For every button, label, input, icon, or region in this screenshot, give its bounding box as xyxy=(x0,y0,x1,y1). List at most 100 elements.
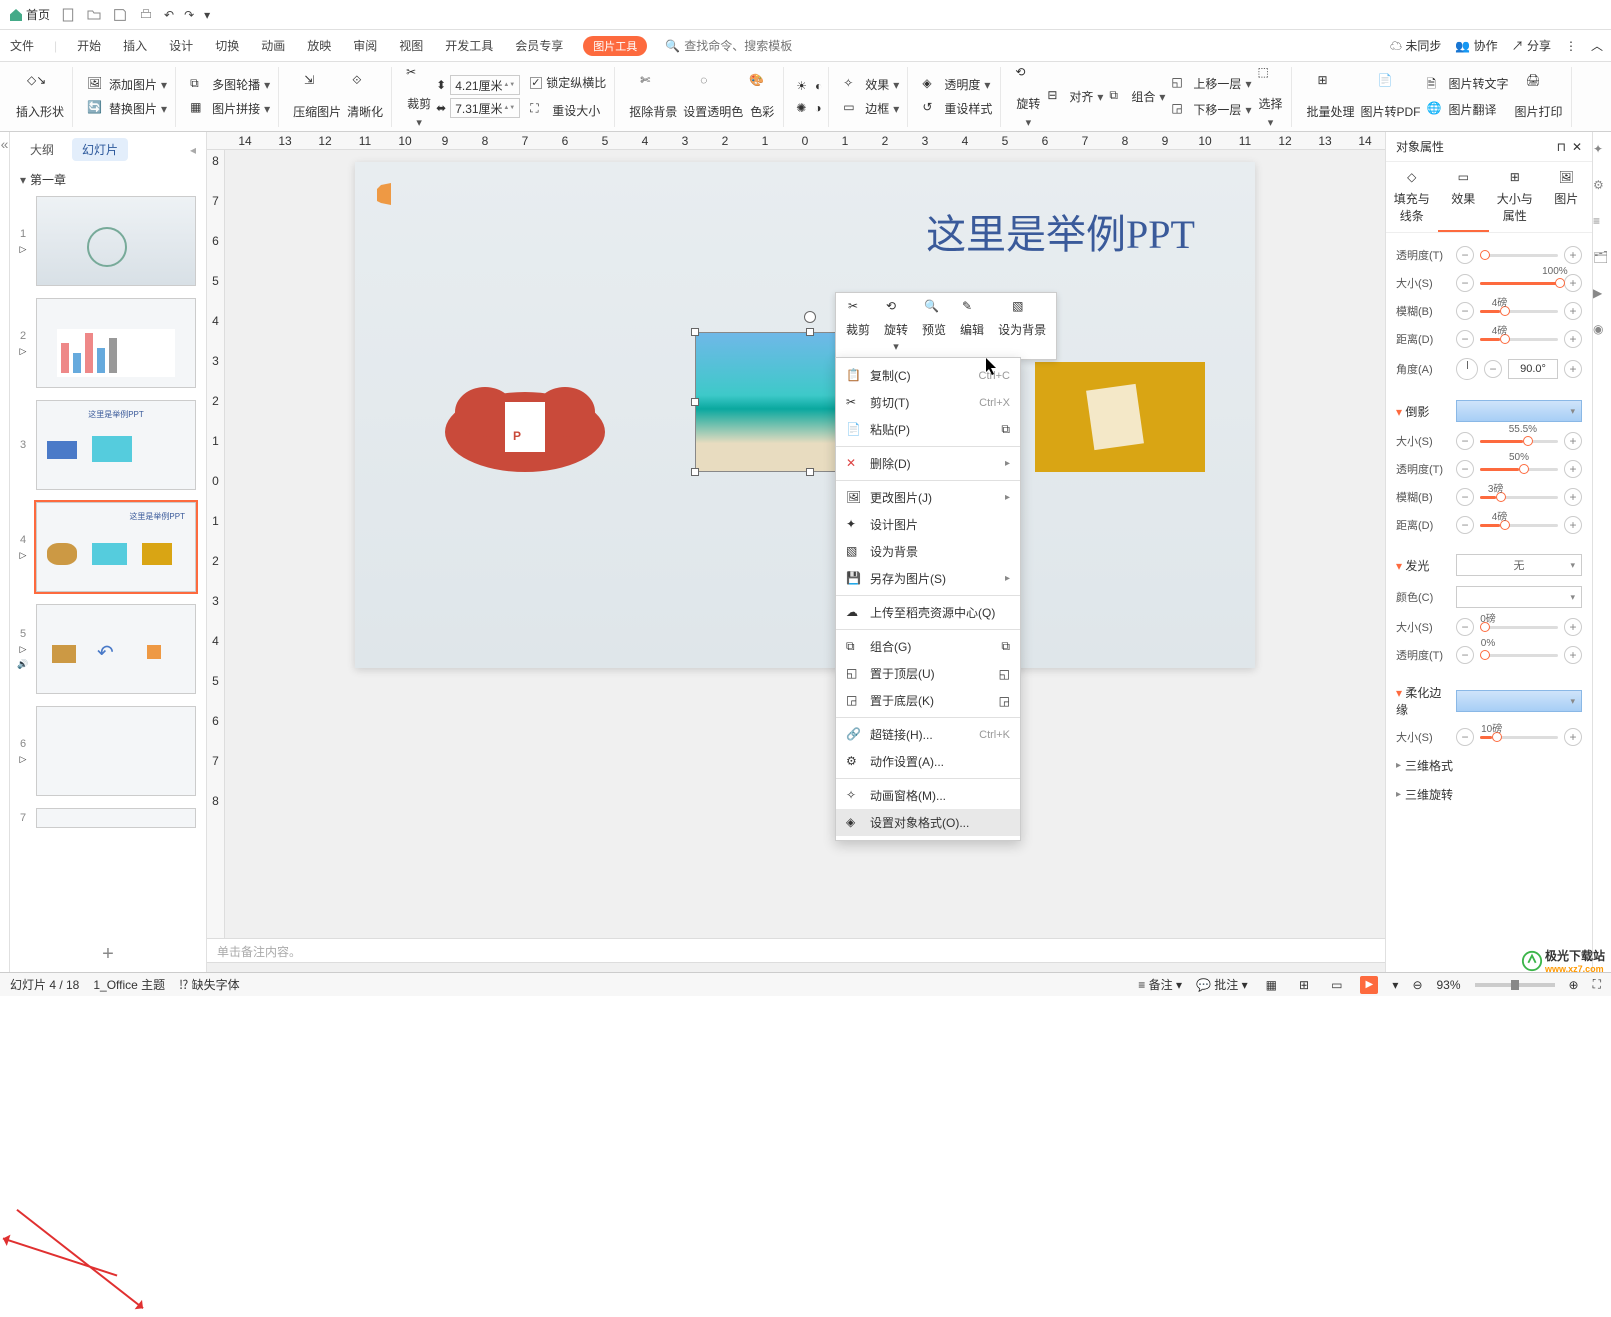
ctx-cut[interactable]: ✂剪切(T)Ctrl+X xyxy=(836,389,1020,416)
thumb-4[interactable]: 这里是举例PPT xyxy=(36,502,196,592)
multi-carousel-button[interactable]: ⧉多图轮播 ▾ xyxy=(188,74,272,96)
bring-forward-button[interactable]: ◱上移一层 ▾ xyxy=(1169,73,1253,95)
set-transparent-button[interactable]: ◌设置透明色 xyxy=(681,71,745,122)
slider-glow-size[interactable]: 0磅 xyxy=(1480,626,1558,629)
ctx-hyperlink[interactable]: 🔗超链接(H)...Ctrl+K xyxy=(836,721,1020,748)
thumb-5[interactable]: ↶ xyxy=(36,604,196,694)
height-input[interactable]: 4.21厘米▲▼ xyxy=(450,75,520,95)
collapse-ribbon[interactable]: ︿ xyxy=(1591,37,1603,54)
remove-bg-button[interactable]: ✄抠除背景 xyxy=(627,71,679,122)
color-button[interactable]: 🎨色彩 xyxy=(747,71,777,122)
menu-transition[interactable]: 切换 xyxy=(213,33,241,58)
tab-slides[interactable]: 幻灯片 xyxy=(72,138,128,161)
tab-picture[interactable]: 🖼图片 xyxy=(1541,162,1593,232)
mini-rotate[interactable]: ⟲旋转▾ xyxy=(878,297,914,355)
contrast-down-icon[interactable]: ◑ xyxy=(814,101,821,115)
missing-font[interactable]: ⁉ 缺失字体 xyxy=(179,976,239,993)
dock-collapse-icon[interactable]: « xyxy=(1,136,9,152)
new-doc-icon[interactable] xyxy=(60,7,76,23)
thumb-2[interactable] xyxy=(36,298,196,388)
slider-size[interactable]: 100% xyxy=(1480,282,1558,285)
panel-collapse-icon[interactable]: ◂ xyxy=(190,143,196,157)
slider-trans[interactable] xyxy=(1480,254,1558,257)
command-search[interactable]: 🔍 xyxy=(665,39,824,53)
menu-view[interactable]: 视图 xyxy=(397,33,425,58)
section-glow[interactable]: ▾ 发光 xyxy=(1396,557,1450,574)
inc-blur[interactable]: + xyxy=(1564,302,1582,320)
ctx-send-bottom[interactable]: ◲置于底层(K)◲ xyxy=(836,687,1020,714)
zoom-slider[interactable] xyxy=(1475,983,1555,987)
slider-dist[interactable]: 4磅 xyxy=(1480,338,1558,341)
dock-design-icon[interactable]: ✦ xyxy=(1593,142,1611,160)
dec-dist[interactable]: − xyxy=(1456,330,1474,348)
ctx-delete[interactable]: ✕删除(D)▸ xyxy=(836,450,1020,477)
menu-devtools[interactable]: 开发工具 xyxy=(443,33,495,58)
ctx-change-pic[interactable]: 🖼更改图片(J)▸ xyxy=(836,484,1020,511)
redo-icon[interactable]: ↷ xyxy=(184,8,194,22)
soft-edge-preset[interactable] xyxy=(1456,690,1582,712)
send-backward-button[interactable]: ◲下移一层 ▾ xyxy=(1169,99,1253,121)
thumb-6[interactable] xyxy=(36,706,196,796)
slide-canvas[interactable]: 这里是举例PPT P ✂裁剪 ⟲旋转▾ xyxy=(355,162,1255,668)
glow-preset[interactable]: 无 xyxy=(1456,554,1582,576)
thumb-3[interactable]: 这里是举例PPT xyxy=(36,400,196,490)
inc-dist[interactable]: + xyxy=(1564,330,1582,348)
section-reflection[interactable]: ▾ 倒影 xyxy=(1396,403,1450,420)
effects-button[interactable]: ✧效果 ▾ xyxy=(841,74,901,96)
slideshow-button[interactable]: ▶ xyxy=(1360,976,1378,994)
ctx-paste[interactable]: 📄粘贴(P)⧉ xyxy=(836,416,1020,443)
dock-help-icon[interactable]: ◉ xyxy=(1593,322,1611,340)
slider-blur[interactable]: 4磅 xyxy=(1480,310,1558,313)
menu-member[interactable]: 会员专享 xyxy=(513,33,565,58)
share-button[interactable]: ↗ 分享 xyxy=(1512,37,1551,54)
menu-review[interactable]: 审阅 xyxy=(351,33,379,58)
menu-start[interactable]: 开始 xyxy=(75,33,103,58)
resize-handle-l[interactable] xyxy=(691,398,699,406)
add-image-button[interactable]: 🖼添加图片 ▾ xyxy=(85,74,169,96)
reflection-preset[interactable] xyxy=(1456,400,1582,422)
reset-style-button[interactable]: ↺重设样式 xyxy=(920,98,994,120)
menu-file[interactable]: 文件 xyxy=(8,33,36,58)
dec-trans[interactable]: − xyxy=(1456,246,1474,264)
section-soft-edge[interactable]: ▾ 柔化边缘 xyxy=(1396,684,1450,718)
crop-button[interactable]: ✂裁剪▾ xyxy=(404,63,434,131)
sync-status[interactable]: ☁ 未同步 xyxy=(1390,37,1441,54)
insert-shape-button[interactable]: ◇↘插入形状 xyxy=(14,71,66,122)
contrast-icon[interactable]: ◐ xyxy=(815,79,822,93)
mini-preview[interactable]: 🔍预览 xyxy=(916,297,952,355)
inc-angle[interactable]: + xyxy=(1564,360,1582,378)
align-button[interactable]: ⊟对齐 ▾ xyxy=(1045,86,1105,108)
print-image-button[interactable]: 🖨图片打印 xyxy=(1513,71,1565,122)
view-normal-icon[interactable]: ▦ xyxy=(1262,976,1281,994)
slider-refl-blur[interactable]: 3磅 xyxy=(1480,496,1558,499)
thumb-1[interactable] xyxy=(36,196,196,286)
tab-effect[interactable]: ▭效果 xyxy=(1438,162,1490,232)
border-button[interactable]: ▭边框 ▾ xyxy=(841,98,901,120)
tab-outline[interactable]: 大纲 xyxy=(20,138,64,161)
comments-toggle[interactable]: 💬 批注 ▾ xyxy=(1196,976,1248,993)
view-reading-icon[interactable]: ▭ xyxy=(1327,976,1346,994)
ctx-bring-top[interactable]: ◱置于顶层(U)◱ xyxy=(836,660,1020,687)
slider-glow-trans[interactable]: 0% xyxy=(1480,654,1558,657)
section-3d-rotation[interactable]: 三维旋转 xyxy=(1396,780,1582,809)
ctx-anim-pane[interactable]: ✧动画窗格(M)... xyxy=(836,782,1020,809)
translate-button[interactable]: 🌐图片翻译 xyxy=(1425,99,1511,121)
menu-animation[interactable]: 动画 xyxy=(259,33,287,58)
angle-input[interactable]: 90.0° xyxy=(1508,359,1558,379)
transparency-button[interactable]: ◈透明度 ▾ xyxy=(920,74,994,96)
glow-color[interactable] xyxy=(1456,586,1582,608)
angle-dial[interactable] xyxy=(1456,358,1478,380)
view-sorter-icon[interactable]: ⊞ xyxy=(1295,976,1313,994)
notes-toggle[interactable]: ≡ 备注 ▾ xyxy=(1138,976,1182,993)
image-stitch-button[interactable]: ▦图片拼接 ▾ xyxy=(188,98,272,120)
search-input[interactable] xyxy=(684,39,824,53)
dock-settings-icon[interactable]: ⚙ xyxy=(1593,178,1611,196)
resize-handle-bl[interactable] xyxy=(691,468,699,476)
to-pdf-button[interactable]: 📄图片转PDF xyxy=(1358,71,1422,122)
dock-material-icon[interactable]: 🗂 xyxy=(1593,250,1611,268)
dock-animation-icon[interactable]: ▶ xyxy=(1593,286,1611,304)
print-icon[interactable] xyxy=(138,7,154,23)
menu-insert[interactable]: 插入 xyxy=(121,33,149,58)
menu-design[interactable]: 设计 xyxy=(167,33,195,58)
dock-template-icon[interactable]: ≡ xyxy=(1593,214,1611,232)
